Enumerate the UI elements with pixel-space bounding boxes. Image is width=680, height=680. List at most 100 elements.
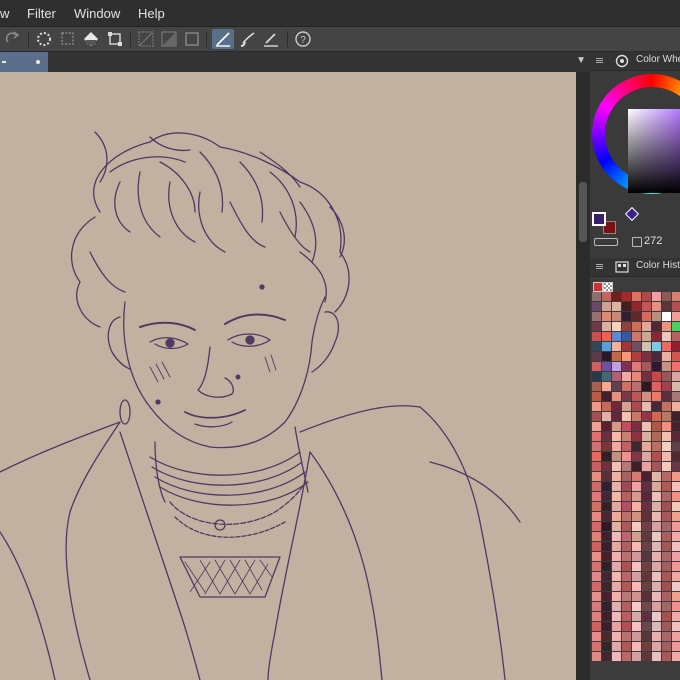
color-swatch[interactable] xyxy=(662,532,671,541)
color-swatch[interactable] xyxy=(642,612,651,621)
color-swatch[interactable] xyxy=(622,292,631,301)
color-swatch[interactable] xyxy=(662,652,671,661)
color-swatch[interactable] xyxy=(672,422,680,431)
color-swatch[interactable] xyxy=(602,562,611,571)
color-swatch[interactable] xyxy=(642,492,651,501)
panel-grip-icon[interactable] xyxy=(596,58,603,64)
color-swatch[interactable] xyxy=(672,642,680,651)
color-swatch[interactable] xyxy=(652,622,661,631)
color-swatch[interactable] xyxy=(672,362,680,371)
color-swatch[interactable] xyxy=(592,432,601,441)
color-swatch[interactable] xyxy=(632,612,641,621)
color-swatch[interactable] xyxy=(602,382,611,391)
color-swatch[interactable] xyxy=(632,352,641,361)
color-swatch[interactable] xyxy=(662,392,671,401)
color-swatch[interactable] xyxy=(632,392,641,401)
color-swatch[interactable] xyxy=(612,492,621,501)
color-swatch[interactable] xyxy=(632,582,641,591)
color-swatch[interactable] xyxy=(632,402,641,411)
color-swatch[interactable] xyxy=(662,582,671,591)
color-swatch[interactable] xyxy=(642,392,651,401)
color-swatch[interactable] xyxy=(612,332,621,341)
color-swatch[interactable] xyxy=(672,542,680,551)
color-swatch[interactable] xyxy=(662,612,671,621)
color-swatch[interactable] xyxy=(672,532,680,541)
color-swatch[interactable] xyxy=(612,442,621,451)
color-swatch[interactable] xyxy=(652,332,661,341)
color-swatch[interactable] xyxy=(672,442,680,451)
color-swatch[interactable] xyxy=(662,312,671,321)
color-swatch[interactable] xyxy=(622,462,631,471)
color-swatch[interactable] xyxy=(602,422,611,431)
color-swatch[interactable] xyxy=(602,412,611,421)
color-swatch[interactable] xyxy=(652,642,661,651)
color-swatch[interactable] xyxy=(672,302,680,311)
color-swatch[interactable] xyxy=(602,442,611,451)
gradient-icon[interactable] xyxy=(158,29,180,49)
color-swatch[interactable] xyxy=(602,572,611,581)
color-swatch[interactable] xyxy=(672,632,680,641)
color-swatch[interactable] xyxy=(642,352,651,361)
frame-icon[interactable] xyxy=(181,29,203,49)
color-swatch[interactable] xyxy=(642,472,651,481)
menu-filter[interactable]: Filter xyxy=(27,6,56,21)
color-swatch[interactable] xyxy=(602,522,611,531)
color-swatch[interactable] xyxy=(632,492,641,501)
color-swatch[interactable] xyxy=(652,482,661,491)
color-swatch[interactable] xyxy=(592,352,601,361)
panel-grip-icon[interactable] xyxy=(596,264,603,270)
color-swatch[interactable] xyxy=(602,612,611,621)
color-swatch[interactable] xyxy=(602,372,611,381)
color-swatch[interactable] xyxy=(612,592,621,601)
color-swatch[interactable] xyxy=(592,402,601,411)
color-swatch[interactable] xyxy=(612,652,621,661)
color-swatch[interactable] xyxy=(612,532,621,541)
color-swatch[interactable] xyxy=(652,392,661,401)
color-swatch[interactable] xyxy=(652,562,661,571)
color-swatch[interactable] xyxy=(592,632,601,641)
color-swatch[interactable] xyxy=(652,312,661,321)
color-swatch[interactable] xyxy=(632,552,641,561)
color-swatch[interactable] xyxy=(632,362,641,371)
menu-help[interactable]: Help xyxy=(138,6,165,21)
color-swatch[interactable] xyxy=(642,652,651,661)
color-swatch[interactable] xyxy=(622,612,631,621)
color-swatch[interactable] xyxy=(592,522,601,531)
color-swatch[interactable] xyxy=(622,422,631,431)
color-swatch[interactable] xyxy=(662,382,671,391)
color-swatch[interactable] xyxy=(662,572,671,581)
color-swatch[interactable] xyxy=(632,332,641,341)
color-swatch[interactable] xyxy=(632,422,641,431)
color-swatch[interactable] xyxy=(612,312,621,321)
color-swatch[interactable] xyxy=(652,342,661,351)
color-swatch[interactable] xyxy=(652,402,661,411)
color-swatch[interactable] xyxy=(612,462,621,471)
color-swatch[interactable] xyxy=(592,532,601,541)
color-swatch[interactable] xyxy=(592,552,601,561)
color-swatch[interactable] xyxy=(652,652,661,661)
ruler-icon[interactable] xyxy=(135,29,157,49)
color-swatch[interactable] xyxy=(592,302,601,311)
color-swatch[interactable] xyxy=(622,312,631,321)
color-swatch[interactable] xyxy=(612,342,621,351)
color-swatch[interactable] xyxy=(632,442,641,451)
color-swatch[interactable] xyxy=(652,472,661,481)
color-swatch[interactable] xyxy=(652,512,661,521)
color-swatch[interactable] xyxy=(592,412,601,421)
color-swatch[interactable] xyxy=(592,482,601,491)
color-swatch[interactable] xyxy=(672,382,680,391)
hue-marker-icon[interactable] xyxy=(624,206,640,222)
color-swatch[interactable] xyxy=(652,412,661,421)
color-swatch[interactable] xyxy=(612,322,621,331)
color-swatch[interactable] xyxy=(652,382,661,391)
color-swatch[interactable] xyxy=(642,522,651,531)
color-swatch[interactable] xyxy=(632,312,641,321)
add-color-icon[interactable] xyxy=(593,282,603,292)
color-swatch[interactable] xyxy=(672,612,680,621)
color-swatch[interactable] xyxy=(612,452,621,461)
color-swatch[interactable] xyxy=(652,572,661,581)
color-swatch[interactable] xyxy=(592,622,601,631)
color-swatch[interactable] xyxy=(672,652,680,661)
color-swatch[interactable] xyxy=(652,362,661,371)
color-swatch[interactable] xyxy=(592,542,601,551)
